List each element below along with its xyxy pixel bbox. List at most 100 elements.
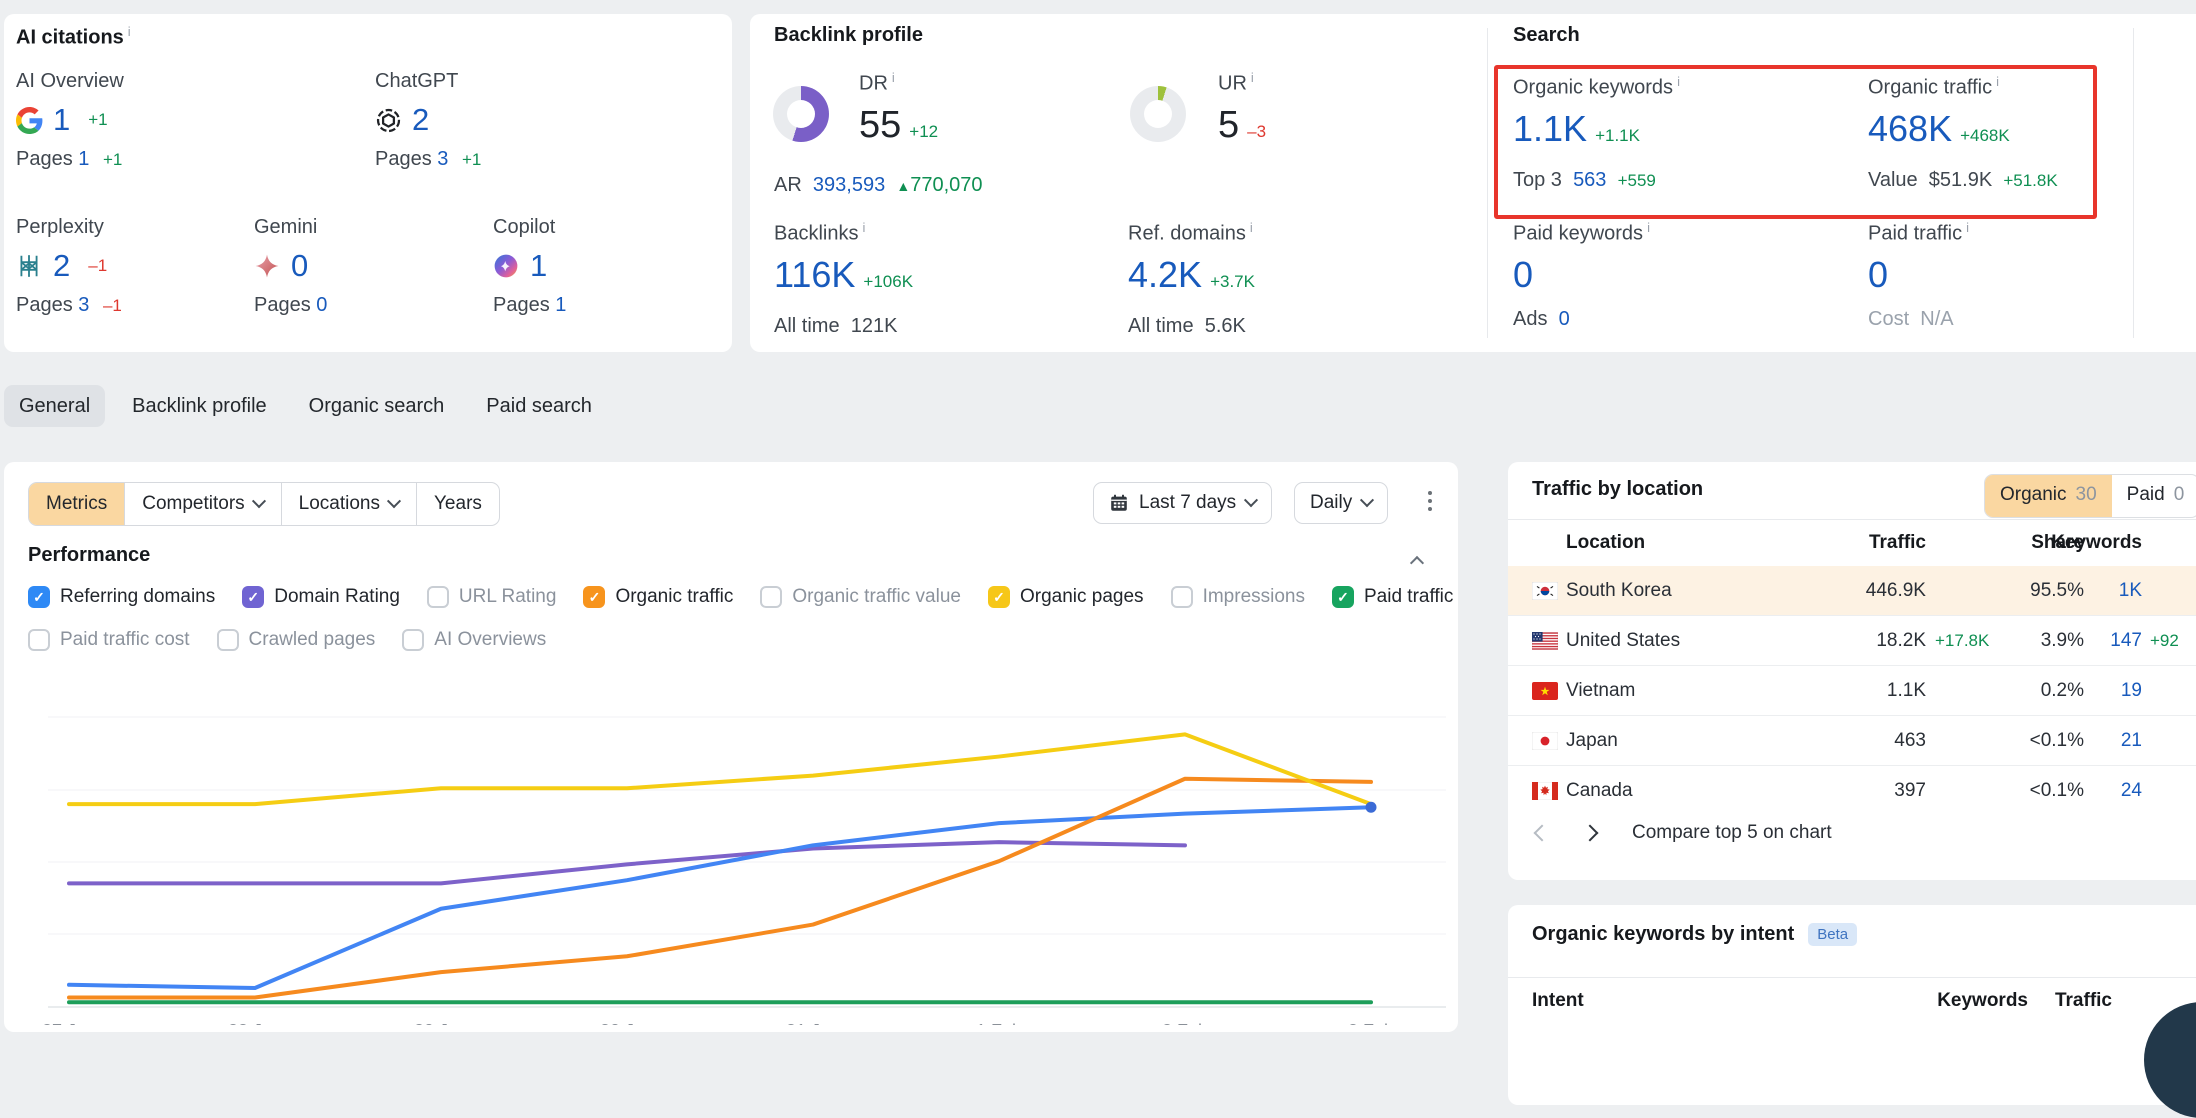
segment-label: Metrics [46,483,107,525]
metric-checkbox-organic-traffic[interactable]: ✓Organic traffic [583,586,733,608]
organic-keywords-block: Organic keywordsi 1.1K+1.1K Top 3 563 +5… [1513,74,1858,192]
location-keywords-link[interactable]: 1K [2084,580,2142,602]
metric-checkbox-organic-pages[interactable]: ✓Organic pages [988,586,1144,608]
flag-ca-icon [1532,782,1566,800]
pages-link[interactable]: 3 [78,294,89,316]
collapse-chevron-up-icon[interactable] [1410,556,1424,570]
pages-link[interactable]: 1 [78,148,89,170]
pages-link[interactable]: 0 [316,294,327,316]
metric-checkbox-paid-traffic[interactable]: ✓Paid traffic [1332,586,1453,608]
ai-citations-title: AI citationsi [16,24,131,50]
chatgpt-icon [375,107,402,134]
x-axis-label: 28 Jan [228,1021,282,1025]
top3-link[interactable]: 563 [1573,169,1606,191]
next-page-icon[interactable] [1582,825,1599,842]
backlinks-block: Backlinksi 116K+106K All time 121K [774,220,1119,338]
series-line-organic-traffic [69,779,1371,998]
keywords-by-intent-card: Organic keywords by intent Beta Intent K… [1508,905,2196,1105]
info-icon[interactable]: i [1677,74,1680,89]
metric-checkbox-domain-rating[interactable]: ✓Domain Rating [242,586,400,608]
ur-donut-chart [1130,86,1186,142]
segment-years[interactable]: Years [416,483,499,525]
segment-label: Years [434,483,482,525]
location-traffic-delta: +17.8K [1926,631,2018,651]
toggle-paid[interactable]: Paid0 [2112,475,2196,517]
ai-item-value: 0 [291,248,308,284]
compare-top5-button[interactable]: Compare top 5 on chart [1632,822,1832,844]
segment-metrics[interactable]: Metrics [29,483,124,525]
segment-locations[interactable]: Locations [281,483,416,525]
location-table-header: Location Traffic Share Keywords [1508,520,2196,566]
prev-page-icon[interactable] [1534,825,1551,842]
location-keywords-link[interactable]: 147 [2084,630,2142,652]
ai-item-value-row: 2 [375,102,605,138]
location-keywords-link[interactable]: 21 [2084,730,2142,752]
calendar-icon [1109,493,1129,513]
keywords-by-intent-title: Organic keywords by intent [1532,923,1794,946]
metric-label: Organic traffic [615,586,733,608]
location-table-body: South Korea446.9K95.5%1KUnited States18.… [1508,566,2196,815]
metric-label: Referring domains [60,586,215,608]
pages-link[interactable]: 3 [437,148,448,170]
series-end-dot [1366,802,1377,813]
x-axis-label: 1 Feb [976,1021,1022,1025]
ai-item-label: ChatGPT [375,70,605,93]
metric-checkbox-organic-traffic-value[interactable]: Organic traffic value [760,586,961,608]
intent-table-header: Intent Keywords Traffic [1508,978,2196,1024]
flag-jp-icon [1532,732,1566,750]
metric-label: Crawled pages [249,629,376,651]
copilot-icon [493,253,520,280]
location-row-vietnam: Vietnam1.1K0.2%19 [1508,665,2196,715]
tab-organic-search[interactable]: Organic search [294,385,460,427]
location-share: <0.1% [2018,730,2084,752]
ai-item-label: AI Overview [16,70,246,93]
location-traffic: 463 [1794,730,1926,752]
metric-label: Impressions [1203,586,1305,608]
location-name: United States [1566,630,1794,652]
checkbox-unchecked-icon [28,629,50,651]
more-options-kebab-icon[interactable] [1428,491,1432,511]
backlink-search-card: Backlink profile DRi 55+12 AR 393,593 ▲7… [750,14,2196,352]
granularity-button[interactable]: Daily [1294,482,1388,524]
date-range-button[interactable]: Last 7 days [1093,482,1272,524]
segment-label: Locations [299,483,380,525]
metric-checkbox-url-rating[interactable]: URL Rating [427,586,557,608]
ai-item-label: Copilot [493,216,723,239]
metric-checkbox-ai-overviews[interactable]: AI Overviews [402,629,546,651]
chevron-down-icon [1244,493,1258,507]
metric-checkbox-paid-traffic-cost[interactable]: Paid traffic cost [28,629,190,651]
metric-label: URL Rating [459,586,557,608]
flag-us-icon [1532,632,1566,650]
info-icon[interactable]: i [1647,220,1650,235]
location-name: Vietnam [1566,680,1794,702]
series-line-organic-pages [69,734,1371,804]
ads-link[interactable]: 0 [1559,308,1570,330]
segment-competitors[interactable]: Competitors [124,483,280,525]
info-icon[interactable]: i [1966,220,1969,235]
info-icon[interactable]: i [128,24,131,39]
info-icon[interactable]: i [1250,220,1253,235]
metric-checkbox-crawled-pages[interactable]: Crawled pages [217,629,376,651]
segment-label: Competitors [142,483,244,525]
organic-traffic-block: Organic traffici 468K+468K Value $51.9K … [1868,74,2196,192]
location-keywords-link[interactable]: 24 [2084,780,2142,802]
info-icon[interactable]: i [1996,74,1999,89]
tab-backlink-profile[interactable]: Backlink profile [117,385,282,427]
flag-kr-icon [1532,582,1566,600]
ai-item-pages: Pages 0 [254,294,484,317]
filter-segmented-control: Metrics Competitors Locations Years [28,482,500,526]
pages-link[interactable]: 1 [555,294,566,316]
tab-paid-search[interactable]: Paid search [471,385,607,427]
checkbox-checked-icon: ✓ [28,586,50,608]
info-icon[interactable]: i [1251,70,1254,85]
metric-checkbox-referring-domains[interactable]: ✓ Referring domains [28,586,215,608]
ai-item-value-row: 1 [493,248,723,284]
toggle-organic[interactable]: Organic30 [1985,475,2112,517]
chevron-down-icon [387,494,401,508]
ref-domains-block: Ref. domainsi 4.2K+3.7K All time 5.6K [1128,220,1473,338]
info-icon[interactable]: i [862,220,865,235]
info-icon[interactable]: i [892,70,895,85]
tab-general[interactable]: General [4,385,105,427]
location-keywords-link[interactable]: 19 [2084,680,2142,702]
metric-checkbox-impressions[interactable]: Impressions [1171,586,1305,608]
